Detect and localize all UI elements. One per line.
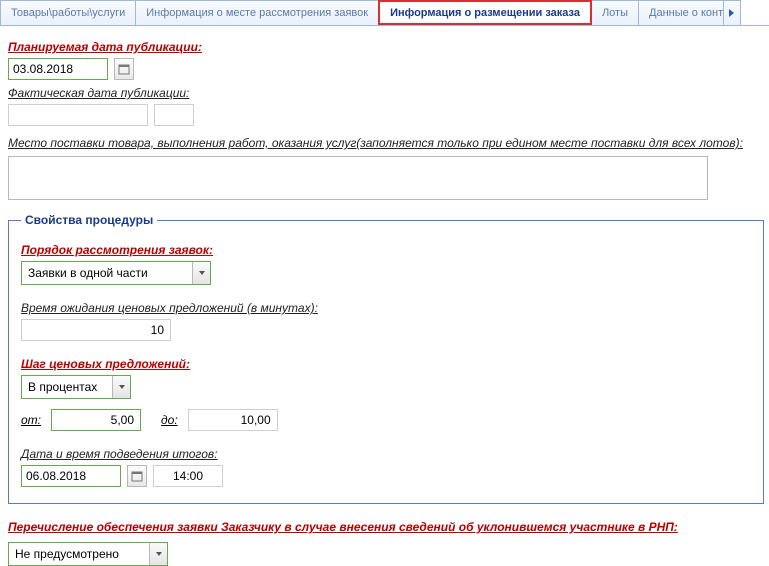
tab-goods-works-services[interactable]: Товары\работы\услуги [0,0,136,25]
tab-bar: Товары\работы\услуги Информация о месте … [0,0,769,26]
security-transfer-select[interactable]: Не предусмотрено [8,542,168,566]
actual-publication-label: Фактическая дата публикации: [8,86,761,100]
price-step-label: Шаг ценовых предложений: [21,357,751,371]
review-order-value: Заявки в одной части [28,266,186,280]
delivery-place-textarea[interactable] [8,156,708,200]
actual-publication-time-display [154,104,194,126]
procedure-properties-fieldset: Свойства процедуры Порядок рассмотрения … [8,213,764,504]
actual-publication-date-display [8,104,148,126]
form-content: Планируемая дата публикации: Фактическая… [0,26,769,566]
from-label: от: [21,413,41,427]
planned-publication-date-input[interactable] [8,58,108,80]
dropdown-button[interactable] [149,543,167,565]
tab-label: Информация о месте рассмотрения заявок [146,7,368,19]
procedure-properties-legend: Свойства процедуры [21,213,157,227]
tab-order-placement-info[interactable]: Информация о размещении заказа [378,0,592,25]
price-step-to-input[interactable] [188,409,278,431]
results-date-picker-button[interactable] [127,465,147,487]
tab-lots[interactable]: Лоты [591,0,639,25]
arrow-right-icon [728,8,736,18]
chevron-down-icon [118,384,126,390]
planned-date-picker-button[interactable] [114,58,134,80]
dropdown-button[interactable] [192,262,210,284]
review-order-label: Порядок рассмотрения заявок: [21,243,751,257]
tab-label: Лоты [602,7,628,19]
tab-label: Информация о размещении заказа [390,7,580,19]
tab-scroll-right-button[interactable] [723,0,741,25]
security-transfer-label: Перечисление обеспечения заявки Заказчик… [8,520,761,534]
tab-label: Товары\работы\услуги [11,7,125,19]
planned-publication-label: Планируемая дата публикации: [8,40,761,54]
chevron-down-icon [198,270,206,276]
tab-label: Данные о конт [649,7,723,19]
calendar-icon [118,63,130,75]
wait-time-input[interactable] [21,319,171,341]
dropdown-button[interactable] [112,376,130,398]
price-step-from-input[interactable] [51,409,141,431]
results-date-label: Дата и время подведения итогов: [21,447,751,461]
chevron-down-icon [155,551,163,557]
price-step-type-select[interactable]: В процентах [21,375,131,399]
tab-contract-data[interactable]: Данные о конт [638,0,724,25]
calendar-icon [131,470,143,482]
wait-time-label: Время ожидания ценовых предложений (в ми… [21,301,751,315]
price-step-type-value: В процентах [28,380,106,394]
to-label: до: [161,413,178,427]
results-date-input[interactable] [21,465,121,487]
results-time-input[interactable] [153,465,223,487]
security-transfer-value: Не предусмотрено [15,547,119,561]
delivery-place-label: Место поставки товара, выполнения работ,… [8,136,761,150]
review-order-select[interactable]: Заявки в одной части [21,261,211,285]
tab-review-place-info[interactable]: Информация о месте рассмотрения заявок [135,0,379,25]
